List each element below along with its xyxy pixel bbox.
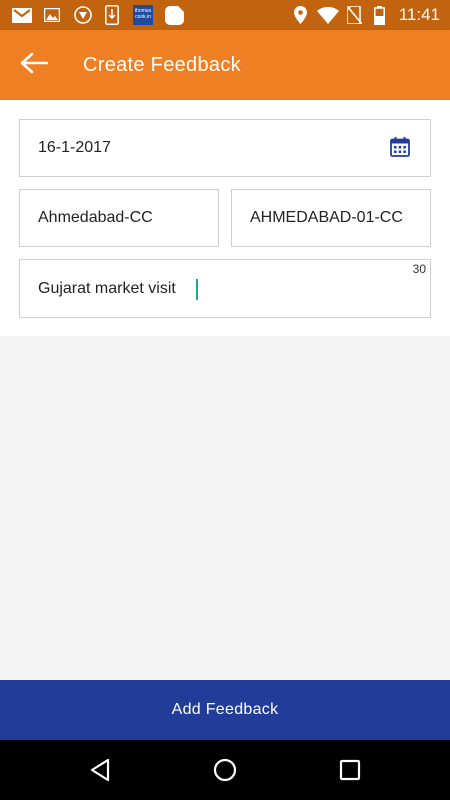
location-icon (292, 0, 308, 30)
back-button[interactable] (14, 46, 54, 84)
status-bar: thomas cook.in 11:41 (0, 0, 450, 30)
battery-icon (372, 0, 386, 30)
shield-app-icon (73, 0, 93, 30)
thomas-cook-icon: thomas cook.in (132, 0, 154, 30)
city-field[interactable] (19, 189, 219, 247)
nav-home-icon[interactable] (210, 755, 240, 785)
download-icon (104, 0, 120, 30)
remark-input[interactable] (20, 260, 430, 317)
page-title: Create Feedback (83, 54, 241, 76)
date-field[interactable] (19, 119, 431, 177)
date-input[interactable] (20, 120, 430, 176)
feedback-form: 30 (0, 100, 450, 336)
char-counter: 30 (412, 262, 426, 276)
branch-code-input[interactable] (232, 190, 430, 246)
text-cursor (196, 279, 198, 300)
city-input[interactable] (20, 190, 218, 246)
status-time: 11:41 (398, 5, 440, 24)
calendar-icon[interactable] (390, 137, 412, 159)
gmail-icon (11, 0, 33, 30)
nav-recents-icon[interactable] (335, 755, 365, 785)
app-bar: Create Feedback (0, 30, 450, 100)
add-feedback-button[interactable]: Add Feedback (0, 680, 450, 740)
chat-icon (164, 0, 184, 30)
remark-field[interactable]: 30 (19, 259, 431, 318)
no-sim-icon (345, 0, 363, 30)
arrow-left-icon (20, 52, 49, 79)
branch-code-field[interactable] (231, 189, 431, 247)
image-icon (43, 0, 61, 30)
wifi-icon (316, 0, 340, 30)
nav-back-icon[interactable] (85, 755, 115, 785)
navigation-bar (0, 740, 450, 800)
